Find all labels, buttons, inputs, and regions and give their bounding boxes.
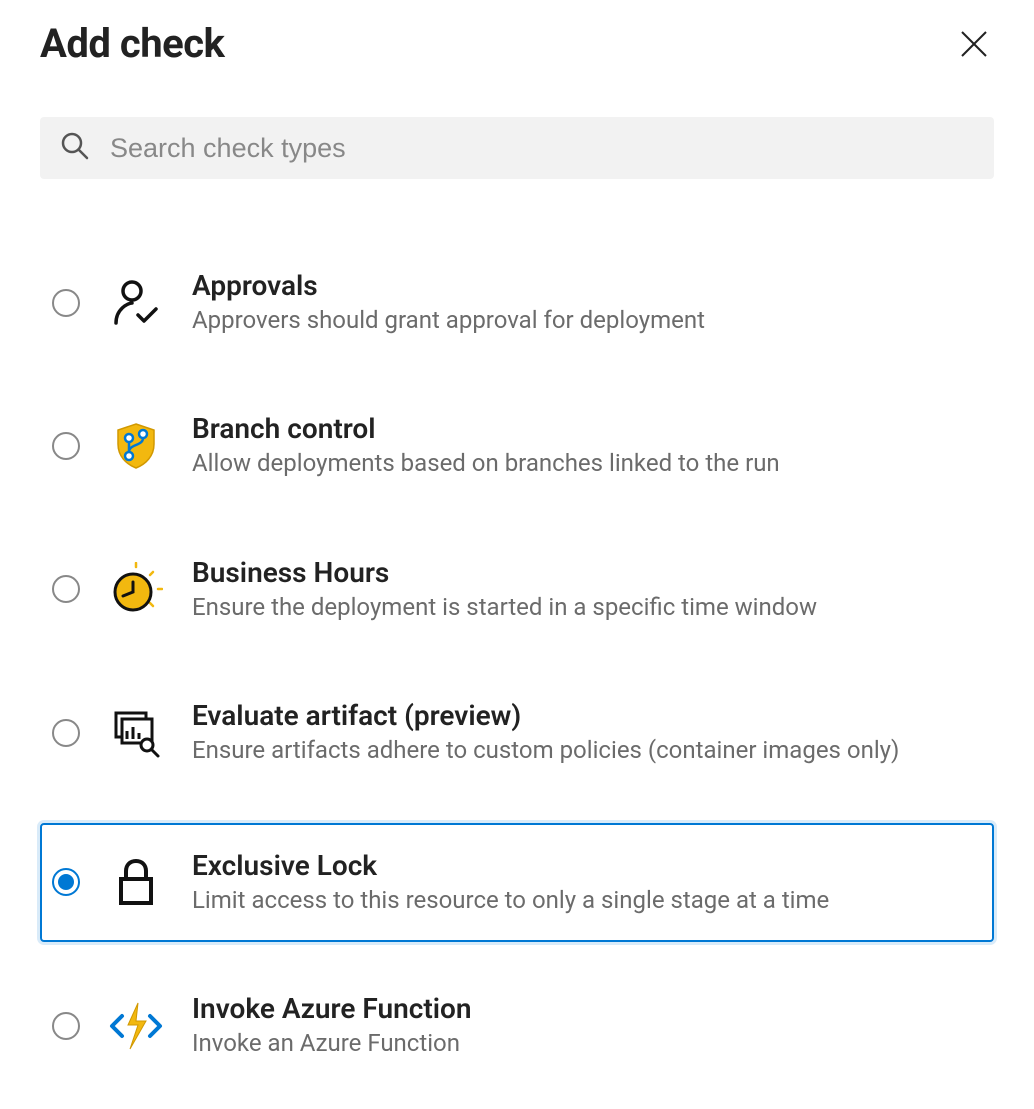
search-icon: [60, 131, 90, 165]
branch-shield-icon: [108, 418, 164, 474]
check-text: Invoke Azure Function Invoke an Azure Fu…: [192, 992, 982, 1059]
check-item-description: Allow deployments based on branches link…: [192, 447, 982, 479]
check-text: Exclusive Lock Limit access to this reso…: [192, 849, 982, 916]
azure-function-icon: [108, 998, 164, 1054]
page-title: Add check: [40, 20, 224, 67]
radio-approvals[interactable]: [52, 289, 80, 317]
check-item-title: Branch control: [192, 412, 982, 445]
check-item-approvals[interactable]: Approvals Approvers should grant approva…: [40, 249, 994, 356]
lock-icon: [108, 854, 164, 910]
search-box[interactable]: [40, 117, 994, 179]
check-text: Business Hours Ensure the deployment is …: [192, 556, 982, 623]
check-item-evaluate-artifact[interactable]: Evaluate artifact (preview) Ensure artif…: [40, 679, 994, 786]
check-item-description: Ensure artifacts adhere to custom polici…: [192, 734, 982, 766]
check-text: Approvals Approvers should grant approva…: [192, 269, 982, 336]
check-item-title: Business Hours: [192, 556, 982, 589]
radio-evaluate-artifact[interactable]: [52, 719, 80, 747]
add-check-panel: Add check Approvals: [0, 0, 1034, 1109]
check-item-business-hours[interactable]: Business Hours Ensure the deployment is …: [40, 536, 994, 643]
check-item-description: Approvers should grant approval for depl…: [192, 304, 982, 336]
person-check-icon: [108, 275, 164, 331]
check-item-branch-control[interactable]: Branch control Allow deployments based o…: [40, 392, 994, 499]
check-item-description: Invoke an Azure Function: [192, 1027, 982, 1059]
check-item-title: Exclusive Lock: [192, 849, 982, 882]
check-item-title: Approvals: [192, 269, 982, 302]
check-text: Evaluate artifact (preview) Ensure artif…: [192, 699, 982, 766]
check-item-title: Invoke Azure Function: [192, 992, 982, 1025]
check-item-invoke-azure-function[interactable]: Invoke Azure Function Invoke an Azure Fu…: [40, 972, 994, 1079]
check-item-description: Limit access to this resource to only a …: [192, 884, 982, 916]
radio-branch-control[interactable]: [52, 432, 80, 460]
radio-invoke-azure-function[interactable]: [52, 1012, 80, 1040]
check-item-description: Ensure the deployment is started in a sp…: [192, 591, 982, 623]
check-text: Branch control Allow deployments based o…: [192, 412, 982, 479]
close-icon: [958, 28, 990, 60]
radio-exclusive-lock[interactable]: [52, 868, 80, 896]
check-item-exclusive-lock[interactable]: Exclusive Lock Limit access to this reso…: [40, 823, 994, 942]
artifact-icon: [108, 705, 164, 761]
search-input[interactable]: [108, 132, 974, 165]
panel-header: Add check: [40, 20, 994, 67]
close-button[interactable]: [954, 24, 994, 64]
radio-business-hours[interactable]: [52, 575, 80, 603]
check-item-title: Evaluate artifact (preview): [192, 699, 982, 732]
clock-icon: [108, 561, 164, 617]
